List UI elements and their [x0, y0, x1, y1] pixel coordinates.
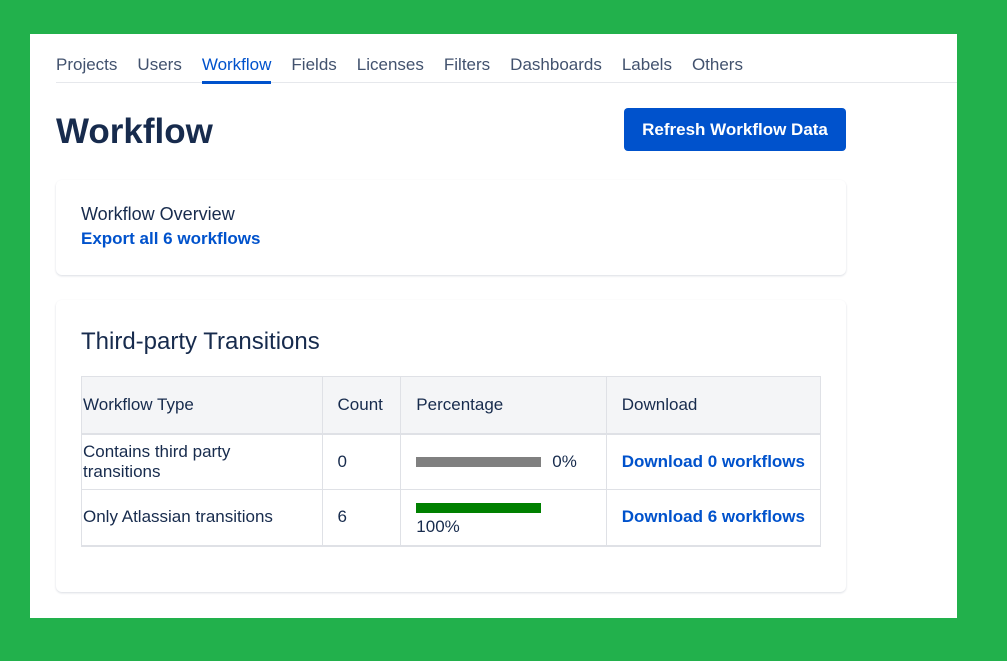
tab-dashboards[interactable]: Dashboards [510, 52, 602, 83]
table-row: Contains third party transitions 0 0% Do… [81, 433, 822, 490]
overview-title: Workflow Overview [81, 204, 235, 224]
transitions-table: Workflow Type Count Percentage Download … [81, 376, 822, 547]
tab-labels[interactable]: Labels [622, 52, 672, 83]
workflow-overview-card: Workflow Overview Export all 6 workflows [56, 180, 846, 275]
admin-panel: Projects Users Workflow Fields Licenses … [30, 34, 957, 618]
column-header: Count [321, 376, 402, 435]
progress-bar [416, 502, 542, 513]
percentage-cell: 100% [400, 489, 607, 547]
tab-projects[interactable]: Projects [56, 52, 117, 83]
tab-users[interactable]: Users [137, 52, 181, 83]
refresh-workflow-data-button[interactable]: Refresh Workflow Data [624, 108, 846, 151]
tab-fields[interactable]: Fields [291, 52, 336, 83]
progress-bar [416, 457, 542, 468]
percentage-label: 100% [416, 517, 460, 537]
page-title: Workflow [56, 112, 213, 151]
column-header: Download [605, 376, 822, 435]
column-header: Percentage [400, 376, 607, 435]
third-party-transitions-card: Third-party Transitions Workflow Type Co… [56, 300, 846, 592]
table-row: Only Atlassian transitions 6 100% Downlo… [81, 489, 822, 547]
tab-others[interactable]: Others [692, 52, 743, 83]
workflow-type: Contains third party transitions [81, 433, 323, 490]
workflow-type: Only Atlassian transitions [81, 489, 323, 547]
nav-tabs: Projects Users Workflow Fields Licenses … [56, 52, 957, 84]
tab-workflow[interactable]: Workflow [201, 52, 271, 84]
tab-licenses[interactable]: Licenses [357, 52, 424, 83]
section-title: Third-party Transitions [81, 328, 320, 355]
percentage-label: 0% [552, 451, 577, 471]
percentage-cell: 0% [400, 433, 607, 490]
download-link[interactable]: Download 6 workflows [622, 507, 805, 526]
export-all-workflows-link[interactable]: Export all 6 workflows [81, 229, 821, 249]
download-link[interactable]: Download 0 workflows [622, 452, 805, 471]
count: 0 [321, 433, 402, 490]
progress-fill [416, 502, 542, 513]
count: 6 [321, 489, 402, 547]
tab-filters[interactable]: Filters [444, 52, 490, 83]
column-header: Workflow Type [81, 376, 323, 435]
